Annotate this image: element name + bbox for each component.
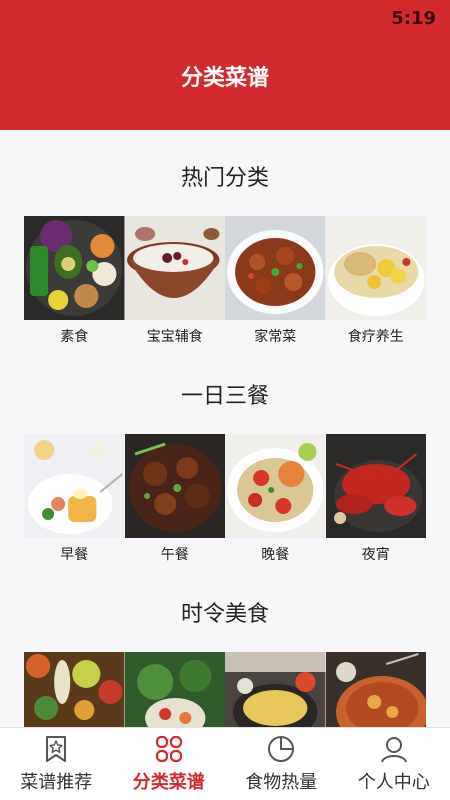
baby-food-thumbnail [124,216,225,320]
therapeutic-diet-thumbnail [325,216,426,320]
category-card-vegetarian[interactable]: 素食 [24,216,125,346]
seasonal-card[interactable] [124,652,225,728]
grid-icon [155,735,182,763]
seasonal-card[interactable] [24,652,125,728]
category-label: 素食 [60,329,89,345]
bottom-tab-bar: 菜谱推荐 分类菜谱 食物热量 个人中心 [0,727,450,800]
dinner-thumbnail [225,434,326,538]
meal-card-breakfast[interactable]: 早餐 [24,434,125,564]
hot-category-grid: 素食 宝宝辅食 家常菜 食疗养生 [24,216,426,346]
meal-card-late-night[interactable]: 夜宵 [325,434,426,564]
category-card-baby-food[interactable]: 宝宝辅食 [124,216,225,346]
seasonal-grid [24,652,426,728]
section-title-hot: 热门分类 [180,166,269,191]
category-label: 宝宝辅食 [146,329,203,345]
bookmark-star-icon [46,736,67,762]
page-title: 分类菜谱 [180,66,269,91]
meal-card-lunch[interactable]: 午餐 [124,434,225,564]
tab-label: 菜谱推荐 [20,772,93,793]
meal-label: 早餐 [60,547,89,563]
tab-recipe-recommend[interactable]: 菜谱推荐 [0,728,113,800]
status-time: 5:19 [391,8,436,29]
lunch-thumbnail [124,434,225,538]
pie-chart-icon [268,736,295,762]
tab-label: 分类菜谱 [132,772,205,793]
seasonal-thumbnail [124,652,225,728]
meal-card-dinner[interactable]: 晚餐 [225,434,326,564]
home-cooking-thumbnail [225,216,326,320]
tab-personal-center[interactable]: 个人中心 [338,728,450,800]
vegetarian-thumbnail [24,216,125,320]
seasonal-card[interactable] [325,652,426,728]
category-label: 食疗养生 [347,329,404,345]
meal-label: 午餐 [160,547,189,563]
category-card-therapeutic-diet[interactable]: 食疗养生 [325,216,426,346]
seasonal-thumbnail [225,652,326,728]
category-label: 家常菜 [254,329,297,345]
person-icon [380,737,407,763]
tab-label: 食物热量 [245,772,318,793]
tab-food-calories[interactable]: 食物热量 [225,728,338,800]
app-header: 5:19 分类菜谱 [0,0,450,130]
tab-label: 个人中心 [357,772,430,793]
meal-label: 夜宵 [361,547,390,563]
breakfast-thumbnail [24,434,125,538]
late-night-thumbnail [325,434,426,538]
category-card-home-cooking[interactable]: 家常菜 [225,216,326,346]
category-content[interactable]: 热门分类 素食 宝宝辅食 家常菜 食疗养生 一日三餐 早餐 午餐 晚餐 夜宵 时… [0,130,450,728]
seasonal-card[interactable] [225,652,326,728]
seasonal-thumbnail [325,652,426,728]
section-title-three-meals: 一日三餐 [180,384,269,409]
tab-category-recipes[interactable]: 分类菜谱 [113,728,226,800]
meal-label: 晚餐 [261,547,290,563]
seasonal-thumbnail [24,652,125,728]
section-title-seasonal: 时令美食 [180,602,269,627]
meals-grid: 早餐 午餐 晚餐 夜宵 [24,434,426,564]
